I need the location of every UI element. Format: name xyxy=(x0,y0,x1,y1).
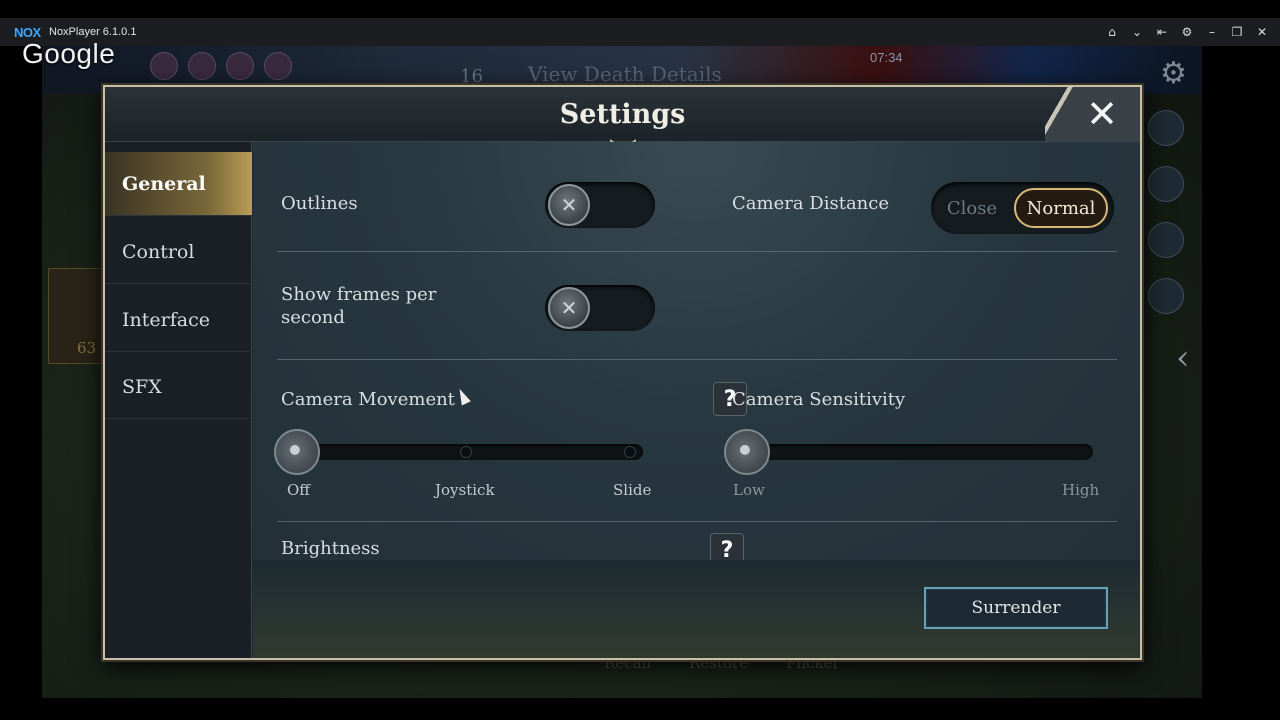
close-icon: ✕ xyxy=(560,193,578,217)
restore-icon[interactable]: ❐ xyxy=(1229,24,1245,40)
shield-icon[interactable] xyxy=(1148,166,1184,202)
camera-movement-tick-off: Off xyxy=(287,481,310,499)
hero-avatar xyxy=(150,52,178,80)
camera-sensitivity-knob[interactable] xyxy=(724,429,770,475)
home-icon[interactable]: ⌂ xyxy=(1104,24,1120,40)
dialog-footer: Surrender xyxy=(253,560,1140,658)
settings-sidebar: General Control Interface SFX xyxy=(105,142,252,658)
divider xyxy=(277,251,1117,252)
toggle-knob: ✕ xyxy=(548,287,590,329)
dialog-header: Settings ✕ xyxy=(105,87,1140,151)
google-logo: Google xyxy=(22,38,116,69)
emulator-titlebar: NOX NoxPlayer 6.1.0.1 ⌂ ⌄ ⇤ ⚙ – ❐ ✕ xyxy=(0,18,1280,46)
divider xyxy=(277,521,1117,522)
show-fps-label-line1: Show frames per xyxy=(281,284,437,305)
settings-content: Outlines ✕ Camera Distance Close Normal … xyxy=(253,142,1140,560)
camera-movement-tick-slide: Slide xyxy=(613,481,652,499)
shop-button[interactable]: 63 xyxy=(48,268,104,364)
camera-movement-knob[interactable] xyxy=(274,429,320,475)
hero-portraits xyxy=(150,52,292,80)
show-fps-toggle[interactable]: ✕ xyxy=(545,285,655,331)
brightness-help-button[interactable]: ? xyxy=(710,533,744,560)
camera-sensitivity-label: Camera Sensitivity xyxy=(732,389,906,410)
gear-icon[interactable]: ⚙ xyxy=(1179,24,1195,40)
camera-distance-selector: Close Normal xyxy=(931,182,1114,234)
chat-icon[interactable] xyxy=(1148,278,1184,314)
camera-movement-tick-joystick: Joystick xyxy=(435,481,495,499)
close-button[interactable]: ✕ xyxy=(1045,87,1140,141)
camera-sensitivity-tick-high: High xyxy=(1062,481,1100,499)
emulator-version: NoxPlayer 6.1.0.1 xyxy=(49,26,137,38)
sword-icon[interactable] xyxy=(1148,110,1184,146)
close-icon[interactable]: ✕ xyxy=(1254,24,1270,40)
outlines-label: Outlines xyxy=(281,193,358,214)
window-controls: ⌂ ⌄ ⇤ ⚙ – ❐ ✕ xyxy=(1104,24,1270,40)
camera-sensitivity-tick-low: Low xyxy=(733,481,765,499)
close-icon: ✕ xyxy=(1086,92,1118,136)
game-settings-icon[interactable]: ⚙ xyxy=(1160,56,1187,91)
tab-interface[interactable]: Interface xyxy=(105,288,252,352)
camera-distance-label: Camera Distance xyxy=(732,193,889,214)
show-fps-label-line2: second xyxy=(281,307,345,328)
pin-icon[interactable]: ⇤ xyxy=(1154,24,1170,40)
outlines-toggle[interactable]: ✕ xyxy=(545,182,655,228)
camera-distance-close[interactable]: Close xyxy=(941,188,1003,228)
camera-sensitivity-slider[interactable] xyxy=(743,444,1093,460)
dialog-title: Settings xyxy=(559,99,686,130)
minimize-icon[interactable]: – xyxy=(1204,24,1220,40)
camera-movement-label: Camera Movement xyxy=(281,389,455,410)
surrender-button[interactable]: Surrender xyxy=(924,587,1108,629)
shop-gold: 63 xyxy=(77,339,97,357)
slider-stop-slide xyxy=(624,446,636,458)
close-icon: ✕ xyxy=(560,296,578,320)
divider xyxy=(277,359,1117,360)
tab-control[interactable]: Control xyxy=(105,220,252,284)
hero-avatar xyxy=(188,52,216,80)
death-details-link[interactable]: View Death Details xyxy=(528,62,722,86)
right-quick-buttons xyxy=(1148,110,1186,314)
hero-avatar xyxy=(226,52,254,80)
slider-stop-joystick xyxy=(460,446,472,458)
chevron-left-icon[interactable]: ‹ xyxy=(1176,338,1190,378)
flag-icon[interactable] xyxy=(1148,222,1184,258)
game-clock: 07:34 xyxy=(870,50,903,65)
kill-count: 16 xyxy=(460,66,483,87)
tab-general[interactable]: General xyxy=(105,152,252,216)
hero-avatar xyxy=(264,52,292,80)
camera-distance-normal[interactable]: Normal xyxy=(1014,188,1108,228)
tab-sfx[interactable]: SFX xyxy=(105,355,252,419)
chevron-down-icon[interactable]: ⌄ xyxy=(1129,24,1145,40)
settings-dialog: Settings ✕ General Control Interface SFX… xyxy=(103,85,1142,660)
brightness-label: Brightness xyxy=(281,538,380,559)
toggle-knob: ✕ xyxy=(548,184,590,226)
